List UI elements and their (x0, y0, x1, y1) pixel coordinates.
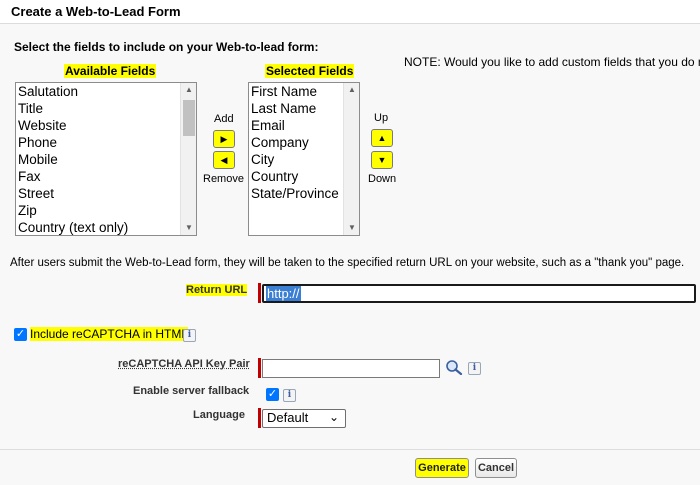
required-indicator (258, 283, 261, 303)
remove-button[interactable]: ◀ (213, 151, 235, 169)
include-recaptcha-label: Include reCAPTCHA in HTML (30, 327, 189, 341)
list-item[interactable]: Zip (18, 202, 128, 219)
list-item[interactable]: Country (251, 168, 339, 185)
title-bar: Create a Web-to-Lead Form (0, 0, 700, 24)
lookup-icon[interactable] (445, 359, 463, 375)
selected-fields-header: Selected Fields (265, 64, 355, 78)
list-item[interactable]: Country (text only) (18, 219, 128, 235)
list-item[interactable]: Company (251, 134, 339, 151)
up-label: Up (374, 112, 389, 124)
return-url-input[interactable]: http:// (262, 284, 696, 303)
field-selection-instruction: Select the fields to include on your Web… (14, 40, 319, 54)
server-fallback-checkbox[interactable]: ✓ (266, 388, 279, 401)
return-url-description: After users submit the Web-to-Lead form,… (10, 257, 685, 269)
arrow-up-icon: ▲ (377, 132, 387, 143)
info-icon[interactable]: i (468, 362, 481, 375)
list-item[interactable]: First Name (251, 83, 339, 100)
info-icon[interactable]: i (283, 389, 296, 402)
list-item[interactable]: Street (18, 185, 128, 202)
list-item[interactable]: City (251, 151, 339, 168)
required-indicator (258, 358, 261, 378)
move-up-button[interactable]: ▲ (371, 129, 393, 147)
list-item[interactable]: Phone (18, 134, 128, 151)
generate-button[interactable]: Generate (415, 458, 469, 478)
chevron-down-icon: ⌄ (328, 410, 339, 424)
add-button[interactable]: ▶ (213, 130, 235, 148)
available-fields-items: Salutation Title Website Phone Mobile Fa… (18, 83, 128, 235)
arrow-right-icon: ▶ (220, 133, 228, 144)
list-item[interactable]: Email (251, 117, 339, 134)
arrow-down-icon: ▼ (377, 154, 387, 165)
list-item[interactable]: Title (18, 100, 128, 117)
scroll-up-icon[interactable]: ▲ (344, 83, 359, 97)
available-fields-list[interactable]: Salutation Title Website Phone Mobile Fa… (15, 82, 197, 236)
required-indicator (258, 408, 261, 428)
language-select[interactable]: Default ⌄ (262, 409, 346, 428)
server-fallback-label: Enable server fallback (133, 385, 250, 397)
info-icon[interactable]: i (183, 329, 196, 342)
available-fields-header: Available Fields (64, 64, 157, 78)
recaptcha-api-key-label: reCAPTCHA API Key Pair (118, 358, 250, 370)
list-item[interactable]: Mobile (18, 151, 128, 168)
remove-label: Remove (203, 173, 244, 185)
include-recaptcha-checkbox[interactable]: ✓ (14, 328, 27, 341)
scroll-down-icon[interactable]: ▼ (181, 221, 196, 235)
available-fields-scrollbar[interactable]: ▲ ▼ (180, 83, 196, 235)
arrow-left-icon: ◀ (220, 154, 228, 165)
language-label: Language (193, 409, 245, 421)
list-item[interactable]: Website (18, 117, 128, 134)
selected-fields-scrollbar[interactable]: ▲ ▼ (343, 83, 359, 235)
page-title: Create a Web-to-Lead Form (11, 4, 181, 19)
recaptcha-api-key-input[interactable] (262, 359, 440, 378)
cancel-button[interactable]: Cancel (475, 458, 517, 478)
list-item[interactable]: Salutation (18, 83, 128, 100)
down-label: Down (368, 173, 397, 185)
list-item[interactable]: State/Province (251, 185, 339, 202)
selected-fields-list[interactable]: First Name Last Name Email Company City … (248, 82, 360, 236)
move-down-button[interactable]: ▼ (371, 151, 393, 169)
selected-fields-items: First Name Last Name Email Company City … (251, 83, 339, 202)
scrollbar-thumb[interactable] (183, 100, 195, 136)
return-url-label: Return URL (186, 284, 248, 296)
add-label: Add (214, 113, 234, 125)
footer-divider (0, 449, 700, 450)
custom-fields-note: NOTE: Would you like to add custom field… (404, 55, 700, 69)
scroll-up-icon[interactable]: ▲ (181, 83, 196, 97)
list-item[interactable]: Last Name (251, 100, 339, 117)
list-item[interactable]: Fax (18, 168, 128, 185)
scroll-down-icon[interactable]: ▼ (344, 221, 359, 235)
